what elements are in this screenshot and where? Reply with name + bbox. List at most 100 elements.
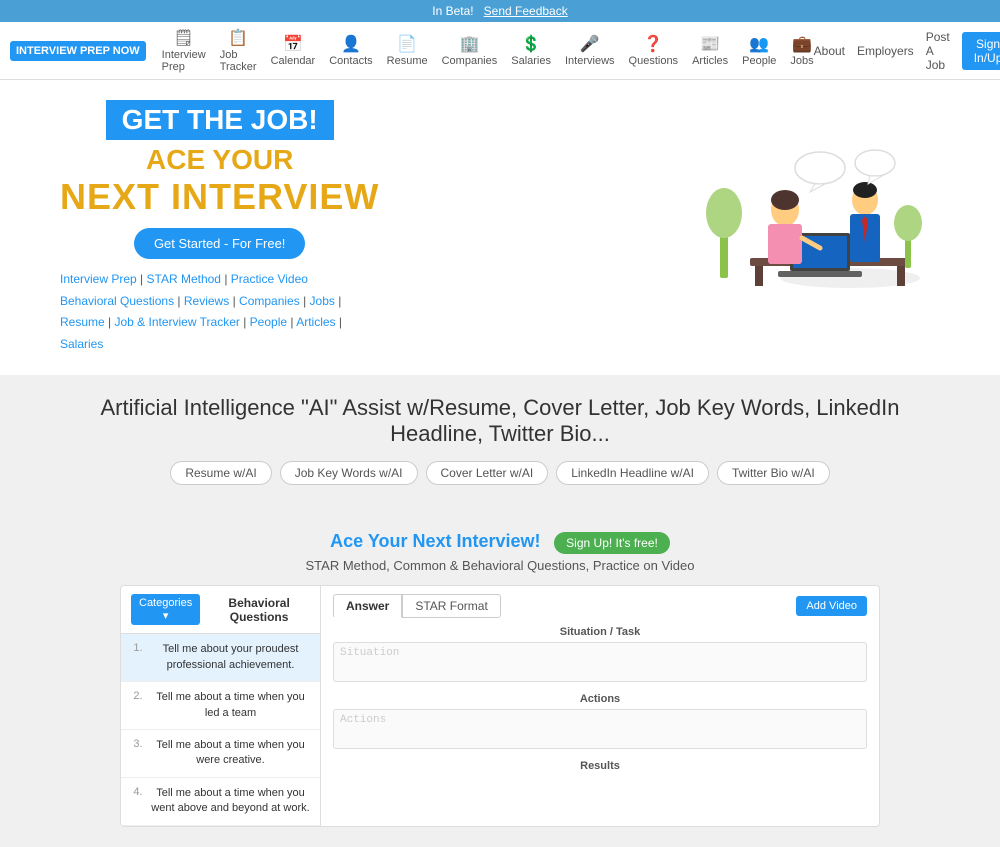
actions-label: Actions bbox=[333, 693, 867, 705]
question-num: 3. bbox=[131, 738, 145, 750]
question-num: 4. bbox=[131, 786, 145, 798]
answer-tab-star-format[interactable]: STAR Format bbox=[402, 594, 500, 618]
question-item[interactable]: 4. Tell me about a time when you went abo… bbox=[121, 778, 320, 826]
top-nav-right: About Employers Post A Job Sign In/Up bbox=[814, 30, 1000, 72]
situation-field: Situation / Task bbox=[333, 626, 867, 693]
question-num: 1. bbox=[131, 642, 145, 654]
ai-section: Artificial Intelligence "AI" Assist w/Re… bbox=[0, 375, 1000, 521]
interviews-icon: 🎤 bbox=[580, 34, 600, 54]
question-item[interactable]: 3.Tell me about a time when you were cre… bbox=[121, 730, 320, 778]
ai-title: Artificial Intelligence "AI" Assist w/Re… bbox=[60, 395, 940, 447]
question-text: Tell me about a time when you led a team bbox=[151, 690, 310, 721]
nav-item-interview-prep[interactable]: 🗒Interview Prep bbox=[162, 28, 206, 73]
ai-tab-cover-letter-ai[interactable]: Cover Letter w/AI bbox=[426, 461, 549, 485]
beta-text: In Beta! bbox=[432, 4, 473, 18]
nav-item-interviews[interactable]: 🎤Interviews bbox=[565, 34, 615, 67]
nav-item-salaries[interactable]: 💲Salaries bbox=[511, 34, 551, 67]
beta-bar: In Beta! Send Feedback bbox=[0, 0, 1000, 22]
hero-links-line3: Resume | Job & Interview Tracker | Peopl… bbox=[60, 312, 379, 334]
nav-item-calendar[interactable]: 📅Calendar bbox=[271, 34, 316, 67]
answer-tab-group: AnswerSTAR Format bbox=[333, 594, 501, 618]
nav-item-contacts[interactable]: 👤Contacts bbox=[329, 34, 372, 67]
questions-label: Questions bbox=[629, 55, 679, 67]
articles-link[interactable]: Articles bbox=[296, 315, 335, 329]
hero-cta: Get Started - For Free! bbox=[60, 228, 379, 259]
nav-item-job-tracker[interactable]: 📋Job Tracker bbox=[220, 28, 257, 73]
questions-list: 1. Tell me about your proudest profession… bbox=[121, 634, 320, 825]
add-video-button[interactable]: Add Video bbox=[796, 596, 867, 616]
calendar-label: Calendar bbox=[271, 55, 316, 67]
main-content: Categories ▾ Behavioral Questions 1. Tell… bbox=[120, 585, 880, 826]
salaries-label: Salaries bbox=[511, 55, 551, 67]
question-text: Tell me about a time when you went above… bbox=[151, 786, 310, 817]
nav-item-jobs[interactable]: 💼Jobs bbox=[790, 34, 813, 67]
hero-left: GET THE JOB! ACE YOUR NEXT INTERVIEW Get… bbox=[60, 100, 379, 355]
answer-tab-answer[interactable]: Answer bbox=[333, 594, 402, 618]
nav-item-people[interactable]: 👥People bbox=[742, 34, 776, 67]
people-link[interactable]: People bbox=[250, 315, 287, 329]
top-nav: INTERVIEW PREP NOW 🗒Interview Prep 📋Job T… bbox=[0, 22, 1000, 80]
hero-section: GET THE JOB! ACE YOUR NEXT INTERVIEW Get… bbox=[0, 80, 1000, 375]
ai-tab-linkedin-ai[interactable]: LinkedIn Headline w/AI bbox=[556, 461, 709, 485]
questions-header: Categories ▾ Behavioral Questions bbox=[121, 586, 320, 634]
interview-prep-icon: 🗒 bbox=[174, 28, 194, 48]
nav-item-articles[interactable]: 📰Articles bbox=[692, 34, 728, 67]
signin-button[interactable]: Sign In/Up bbox=[962, 32, 1000, 70]
ace-subtitle: STAR Method, Common & Behavioral Questio… bbox=[60, 558, 940, 573]
nav-items: 🗒Interview Prep 📋Job Tracker 📅Calendar 👤Con… bbox=[162, 28, 814, 73]
nav-right-post-a-job[interactable]: Post A Job bbox=[926, 30, 950, 72]
ai-tab-twitter-ai[interactable]: Twitter Bio w/AI bbox=[717, 461, 830, 485]
ai-tab-resume-ai[interactable]: Resume w/AI bbox=[170, 461, 271, 485]
actions-field: Actions bbox=[333, 693, 867, 760]
questions-panel: Categories ▾ Behavioral Questions 1. Tell… bbox=[121, 586, 321, 825]
situation-label: Situation / Task bbox=[333, 626, 867, 638]
nav-item-companies[interactable]: 🏢Companies bbox=[442, 34, 498, 67]
nav-item-resume[interactable]: 📄Resume bbox=[387, 34, 428, 67]
interview-section: Ace Your Next Interview! Sign Up! It's f… bbox=[0, 521, 1000, 846]
hero-next-line: NEXT INTERVIEW bbox=[60, 176, 379, 218]
resume-icon: 📄 bbox=[397, 34, 417, 54]
reviews-link[interactable]: Reviews bbox=[184, 294, 229, 308]
star-method-link[interactable]: STAR Method bbox=[147, 272, 221, 286]
hero-links-line4: Salaries bbox=[60, 334, 379, 356]
question-item[interactable]: 1. Tell me about your proudest profession… bbox=[121, 634, 320, 682]
jobs-link[interactable]: Jobs bbox=[310, 294, 335, 308]
nav-right-about[interactable]: About bbox=[814, 44, 845, 58]
results-label: Results bbox=[333, 760, 867, 772]
questions-icon: ❓ bbox=[643, 34, 663, 54]
ai-tab-job-keywords-ai[interactable]: Job Key Words w/AI bbox=[280, 461, 418, 485]
interviews-label: Interviews bbox=[565, 55, 615, 67]
hero-tag-line: GET THE JOB! bbox=[106, 100, 334, 140]
top-nav-left: INTERVIEW PREP NOW 🗒Interview Prep 📋Job T… bbox=[10, 28, 814, 73]
question-item[interactable]: 2.Tell me about a time when you led a te… bbox=[121, 682, 320, 730]
resume-label: Resume bbox=[387, 55, 428, 67]
hero-links-line2: Behavioral Questions | Reviews | Compani… bbox=[60, 291, 379, 313]
brand-logo[interactable]: INTERVIEW PREP NOW bbox=[10, 41, 146, 61]
people-label: People bbox=[742, 55, 776, 67]
get-started-button[interactable]: Get Started - For Free! bbox=[134, 228, 306, 259]
send-feedback-link[interactable]: Send Feedback bbox=[484, 4, 568, 18]
behavioral-questions-link[interactable]: Behavioral Questions bbox=[60, 294, 174, 308]
companies-link[interactable]: Companies bbox=[239, 294, 300, 308]
articles-label: Articles bbox=[692, 55, 728, 67]
companies-icon: 🏢 bbox=[459, 34, 479, 54]
salaries-link[interactable]: Salaries bbox=[60, 337, 103, 351]
question-text: Tell me about your proudest professional… bbox=[151, 642, 310, 673]
interview-prep-link[interactable]: Interview Prep bbox=[60, 272, 137, 286]
nav-right-employers[interactable]: Employers bbox=[857, 44, 914, 58]
ace-title: Ace Your Next Interview! bbox=[330, 531, 540, 551]
hero-links: Interview Prep | STAR Method | Practice … bbox=[60, 269, 379, 355]
hero-illustration bbox=[690, 138, 930, 318]
actions-textarea[interactable] bbox=[333, 709, 867, 749]
signup-inline-button[interactable]: Sign Up! It's free! bbox=[554, 532, 670, 554]
job-interview-tracker-link[interactable]: Job & Interview Tracker bbox=[114, 315, 239, 329]
resume-link[interactable]: Resume bbox=[60, 315, 105, 329]
nav-item-questions[interactable]: ❓Questions bbox=[629, 34, 679, 67]
jobs-icon: 💼 bbox=[792, 34, 812, 54]
categories-button[interactable]: Categories ▾ bbox=[131, 594, 200, 625]
contacts-label: Contacts bbox=[329, 55, 372, 67]
situation-textarea[interactable] bbox=[333, 642, 867, 682]
hero-links-line1: Interview Prep | STAR Method | Practice … bbox=[60, 269, 379, 291]
answer-tabs-row: AnswerSTAR Format Add Video bbox=[333, 594, 867, 618]
practice-video-link[interactable]: Practice Video bbox=[231, 272, 308, 286]
